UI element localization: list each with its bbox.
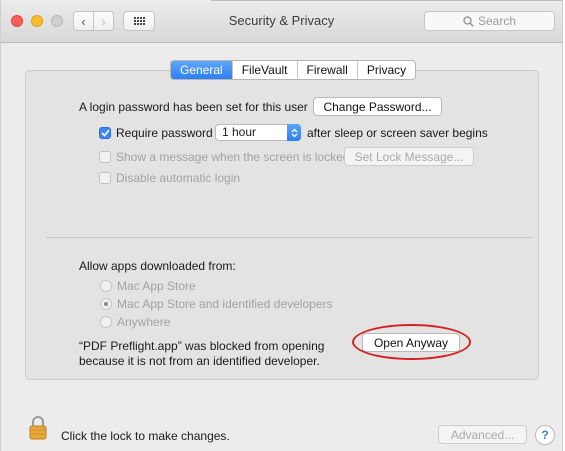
- radio-identified-developers[interactable]: [100, 298, 112, 310]
- tab-firewall[interactable]: Firewall: [296, 61, 357, 79]
- disable-auto-login-checkbox[interactable]: [99, 172, 111, 184]
- advanced-button[interactable]: Advanced...: [438, 425, 527, 444]
- radio-anywhere[interactable]: [100, 316, 112, 328]
- allow-apps-heading: Allow apps downloaded from:: [79, 259, 236, 273]
- login-password-text: A login password has been set for this u…: [79, 100, 308, 114]
- updown-chevron-icon: [287, 124, 301, 141]
- tab-privacy[interactable]: Privacy: [356, 61, 415, 79]
- lock-hint-text: Click the lock to make changes.: [61, 429, 230, 443]
- radio-mac-app-store-label: Mac App Store: [117, 279, 196, 293]
- set-lock-message-button[interactable]: Set Lock Message...: [344, 147, 474, 166]
- radio-mac-app-store[interactable]: [100, 280, 112, 292]
- require-password-label: Require password: [116, 126, 213, 140]
- search-icon: [463, 15, 474, 27]
- settings-panel: [25, 70, 539, 380]
- blocked-message-line1: “PDF Preflight.app” was blocked from ope…: [79, 339, 325, 353]
- tab-general[interactable]: General: [171, 61, 232, 79]
- checkmark-icon: [100, 129, 110, 137]
- lock-icon[interactable]: [29, 415, 47, 441]
- preferences-window: ‹ › Security & Privacy Search General Fi…: [0, 0, 563, 451]
- after-sleep-text: after sleep or screen saver begins: [307, 126, 488, 140]
- change-password-button[interactable]: Change Password...: [313, 97, 442, 116]
- top-edge-line: [211, 0, 562, 1]
- radio-identified-developers-label: Mac App Store and identified developers: [117, 297, 333, 311]
- section-divider: [46, 237, 533, 238]
- title-bar: ‹ › Security & Privacy Search: [1, 0, 562, 43]
- disable-auto-login-label: Disable automatic login: [116, 171, 241, 185]
- help-button[interactable]: ?: [535, 425, 555, 445]
- open-anyway-button[interactable]: Open Anyway: [362, 333, 460, 352]
- radio-anywhere-label: Anywhere: [117, 315, 171, 329]
- show-message-label: Show a message when the screen is locked: [116, 150, 350, 164]
- require-password-checkbox[interactable]: [99, 127, 111, 139]
- show-message-checkbox[interactable]: [99, 151, 111, 163]
- require-password-delay-value: 1 hour: [222, 125, 257, 139]
- blocked-message-line2: because it is not from an identified dev…: [79, 354, 320, 368]
- tab-filevault[interactable]: FileVault: [231, 61, 297, 79]
- tab-bar: General FileVault Firewall Privacy: [170, 60, 417, 80]
- search-placeholder: Search: [477, 14, 517, 28]
- search-field[interactable]: Search: [424, 11, 555, 31]
- require-password-delay-select[interactable]: 1 hour: [215, 124, 301, 141]
